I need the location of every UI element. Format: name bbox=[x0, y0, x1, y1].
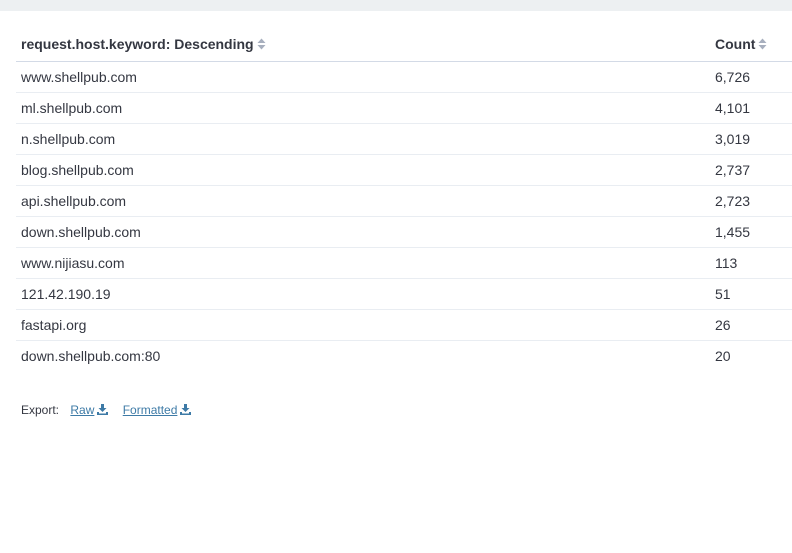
export-formatted-link[interactable]: Formatted bbox=[123, 403, 192, 417]
table-row: n.shellpub.com 3,019 bbox=[16, 123, 792, 155]
count-cell: 26 bbox=[710, 309, 792, 341]
export-formatted-label: Formatted bbox=[122, 403, 178, 417]
host-cell[interactable]: down.shellpub.com:80 bbox=[16, 341, 710, 372]
download-icon bbox=[97, 404, 109, 415]
sort-icon[interactable] bbox=[758, 38, 767, 50]
table-row: down.shellpub.com:80 20 bbox=[16, 341, 792, 372]
host-cell[interactable]: 121.42.190.19 bbox=[16, 278, 710, 310]
table-header-row: request.host.keyword: Descending Count bbox=[16, 26, 792, 62]
download-icon bbox=[180, 404, 192, 415]
column-header-count-label: Count bbox=[715, 35, 756, 52]
column-header-host-label: request.host.keyword: Descending bbox=[21, 35, 254, 52]
export-raw-link[interactable]: Raw bbox=[70, 403, 109, 417]
host-cell[interactable]: n.shellpub.com bbox=[16, 123, 710, 155]
table-row: fastapi.org 26 bbox=[16, 309, 792, 341]
column-header-count[interactable]: Count bbox=[710, 26, 792, 62]
count-cell: 2,723 bbox=[710, 185, 792, 217]
host-cell[interactable]: www.nijiasu.com bbox=[16, 247, 710, 279]
count-cell: 113 bbox=[710, 247, 792, 279]
top-bar bbox=[0, 0, 792, 11]
host-cell[interactable]: ml.shellpub.com bbox=[16, 92, 710, 124]
table-row: blog.shellpub.com 2,737 bbox=[16, 154, 792, 186]
host-cell[interactable]: down.shellpub.com bbox=[16, 216, 710, 248]
export-bar: Export: Raw Formatted bbox=[21, 403, 192, 417]
data-table: request.host.keyword: Descending Count w… bbox=[16, 26, 792, 371]
table-row: www.shellpub.com 6,726 bbox=[16, 61, 792, 93]
table-row: www.nijiasu.com 113 bbox=[16, 247, 792, 279]
host-cell[interactable]: fastapi.org bbox=[16, 309, 710, 341]
table-row: down.shellpub.com 1,455 bbox=[16, 216, 792, 248]
count-cell: 2,737 bbox=[710, 154, 792, 186]
count-cell: 1,455 bbox=[710, 216, 792, 248]
table-row: api.shellpub.com 2,723 bbox=[16, 185, 792, 217]
host-cell[interactable]: api.shellpub.com bbox=[16, 185, 710, 217]
count-cell: 4,101 bbox=[710, 92, 792, 124]
count-cell: 6,726 bbox=[710, 61, 792, 93]
host-cell[interactable]: www.shellpub.com bbox=[16, 61, 710, 93]
export-label: Export: bbox=[21, 403, 60, 417]
host-cell[interactable]: blog.shellpub.com bbox=[16, 154, 710, 186]
table-row: ml.shellpub.com 4,101 bbox=[16, 92, 792, 124]
export-raw-label: Raw bbox=[70, 403, 95, 417]
table-body: www.shellpub.com 6,726 ml.shellpub.com 4,10… bbox=[16, 61, 792, 372]
count-cell: 51 bbox=[710, 278, 792, 310]
count-cell: 20 bbox=[715, 348, 731, 364]
table-row: 121.42.190.19 51 bbox=[16, 278, 792, 310]
column-header-host[interactable]: request.host.keyword: Descending bbox=[16, 26, 710, 62]
count-cell: 3,019 bbox=[710, 123, 792, 155]
sort-icon[interactable] bbox=[257, 38, 266, 50]
